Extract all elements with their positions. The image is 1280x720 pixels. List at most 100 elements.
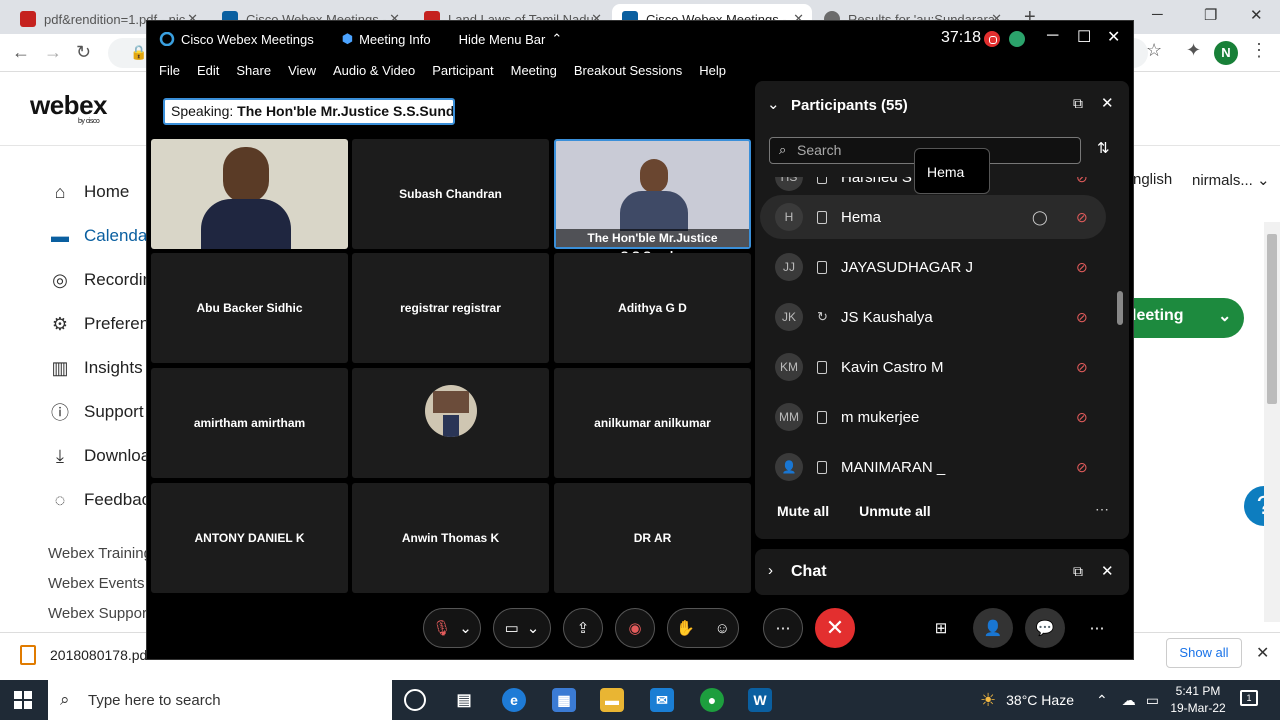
video-tile[interactable]: amirtham amirtham <box>151 368 348 478</box>
mute-button[interactable]: 🎙 ⌄ <box>423 608 481 648</box>
menu-meeting[interactable]: Meeting <box>511 63 557 78</box>
language-selector[interactable]: nglish <box>1133 171 1172 188</box>
participant-row[interactable]: 👤 MANIMARAN _ ⊘ <box>760 445 1106 487</box>
edge-icon[interactable]: e <box>502 688 526 712</box>
video-tile[interactable] <box>352 368 549 478</box>
share-button[interactable]: ⇪ <box>563 608 603 648</box>
chevron-up-icon[interactable]: ⌃ <box>1096 692 1108 709</box>
raise-hand-icon[interactable]: ✋ <box>676 619 695 637</box>
mic-muted-icon[interactable]: ⊘ <box>1076 459 1088 476</box>
video-tile[interactable]: DR AR <box>554 483 751 593</box>
close-icon[interactable]: ✕ <box>1256 643 1269 663</box>
more-icon[interactable]: ⋯ <box>1095 501 1109 518</box>
link-webex-support[interactable]: Webex Support <box>48 605 151 622</box>
leave-meeting-button[interactable]: ✕ <box>815 608 855 648</box>
sidebar-item-insights[interactable]: ▥ Insights <box>48 356 142 380</box>
mute-all-button[interactable]: Mute all <box>777 503 829 519</box>
hide-menu-bar-button[interactable]: Hide Menu Bar ⌃ <box>459 31 563 47</box>
mic-muted-icon[interactable]: ⊘ <box>1076 409 1088 426</box>
popout-icon[interactable]: ⧉ <box>1073 563 1083 580</box>
video-tile-active-speaker[interactable]: The Hon'ble Mr.Justice S.S.Sundar <box>554 139 751 263</box>
network-health-icon[interactable] <box>1009 31 1025 47</box>
reload-icon[interactable]: ↻ <box>76 42 91 63</box>
chevron-down-icon[interactable]: ⌄ <box>767 95 780 113</box>
video-tile[interactable]: registrar registrar <box>352 253 549 363</box>
scrollbar-thumb[interactable] <box>1117 291 1123 325</box>
chat-button[interactable]: 💬 <box>1025 608 1065 648</box>
apps-button[interactable]: ⊞ <box>921 608 961 648</box>
minimize-icon[interactable]: ─ <box>1047 27 1058 45</box>
taskbar-search-input[interactable]: ⌕ Type here to search <box>48 680 392 720</box>
notification-icon[interactable]: 1 <box>1240 690 1258 706</box>
video-tile[interactable]: Subash Chandran <box>352 139 549 249</box>
menu-file[interactable]: File <box>159 63 180 78</box>
menu-help[interactable]: Help <box>699 63 726 78</box>
star-icon[interactable]: ☆ <box>1146 40 1162 61</box>
panel-more-button[interactable]: ⋯ <box>1077 608 1117 648</box>
mic-muted-icon[interactable]: ⊘ <box>1076 177 1088 186</box>
user-menu[interactable]: nirmals... ⌄ <box>1192 171 1270 189</box>
link-webex-events[interactable]: Webex Events <box>48 575 144 592</box>
reactions-icon[interactable]: ☺ <box>715 620 730 637</box>
restore-icon[interactable]: ❐ <box>1204 6 1217 24</box>
chevron-right-icon[interactable]: › <box>768 562 773 579</box>
chat-icon[interactable]: ◯ <box>1032 209 1048 226</box>
menu-share[interactable]: Share <box>236 63 271 78</box>
show-all-button[interactable]: Show all <box>1166 638 1242 668</box>
chrome-icon[interactable]: ● <box>700 688 724 712</box>
sidebar-item-feedback[interactable]: ◌ Feedback <box>48 488 159 512</box>
more-options-button[interactable]: ⋯ <box>763 608 803 648</box>
recording-indicator-icon[interactable] <box>984 31 1000 47</box>
windows-start-icon[interactable] <box>14 691 32 709</box>
cloud-icon[interactable]: ☁ <box>1122 692 1136 709</box>
maximize-icon[interactable]: ☐ <box>1077 27 1091 47</box>
menu-icon[interactable]: ⋮ <box>1250 40 1268 61</box>
close-icon[interactable]: ✕ <box>1101 94 1114 112</box>
record-button[interactable]: ◉ <box>615 608 655 648</box>
video-tile[interactable]: Adithya G D <box>554 253 751 363</box>
forward-icon[interactable]: → <box>44 42 62 63</box>
webex-logo[interactable]: webex by cisco <box>30 90 108 125</box>
participant-scrollbar[interactable] <box>1117 179 1123 489</box>
profile-avatar[interactable]: N <box>1214 41 1238 65</box>
link-webex-training[interactable]: Webex Training <box>48 545 152 562</box>
mic-muted-icon[interactable]: ⊘ <box>1076 309 1088 326</box>
close-icon[interactable]: ✕ <box>1101 562 1114 580</box>
sort-icon[interactable]: ⇅ <box>1097 139 1110 157</box>
close-window-icon[interactable]: ✕ <box>1250 6 1263 24</box>
taskbar-clock[interactable]: 5:41 PM 19-Mar-22 <box>1168 683 1228 717</box>
file-explorer-icon[interactable]: ▬ <box>600 688 624 712</box>
participant-row[interactable]: H Hema ◯ ⊘ <box>760 195 1106 239</box>
mic-muted-icon[interactable]: ⊘ <box>1076 259 1088 276</box>
sidebar-item-support[interactable]: ⓘ Support <box>48 400 144 424</box>
extensions-icon[interactable]: ✦ <box>1186 40 1201 61</box>
video-tile[interactable]: ANTONY DANIEL K <box>151 483 348 593</box>
mail-icon[interactable]: ✉ <box>650 688 674 712</box>
mic-muted-icon[interactable]: ⊘ <box>1076 359 1088 376</box>
sidebar-item-home[interactable]: ⌂ Home <box>48 180 130 204</box>
popout-icon[interactable]: ⧉ <box>1073 95 1083 112</box>
webex-taskbar-icon[interactable]: W <box>748 688 772 712</box>
participant-row[interactable]: JJ JAYASUDHAGAR J ⊘ <box>760 245 1106 289</box>
mic-muted-icon[interactable]: ⊘ <box>1076 209 1088 226</box>
battery-icon[interactable]: ▭ <box>1146 692 1159 709</box>
scrollbar-thumb[interactable] <box>1267 234 1277 404</box>
participants-button[interactable]: 👤 <box>973 608 1013 648</box>
minimize-icon[interactable]: ─ <box>1152 6 1163 23</box>
download-item[interactable]: 2018080178.pdf <box>20 645 151 665</box>
unmute-all-button[interactable]: Unmute all <box>859 503 931 519</box>
participant-row[interactable]: MM m mukerjee ⊘ <box>760 395 1106 439</box>
menu-view[interactable]: View <box>288 63 316 78</box>
back-icon[interactable]: ← <box>12 42 30 63</box>
menu-participant[interactable]: Participant <box>432 63 493 78</box>
participant-row[interactable]: JK ↻ JS Kaushalya ⊘ <box>760 295 1106 339</box>
video-tile[interactable]: Abu Backer Sidhic <box>151 253 348 363</box>
video-tile[interactable] <box>151 139 348 249</box>
cortana-icon[interactable] <box>404 689 426 711</box>
task-view-icon[interactable]: ▤ <box>452 688 476 712</box>
participant-row[interactable]: KM Kavin Castro M ⊘ <box>760 345 1106 389</box>
chat-title[interactable]: Chat <box>791 563 827 581</box>
menu-edit[interactable]: Edit <box>197 63 219 78</box>
meeting-info-button[interactable]: ⬢ Meeting Info <box>342 31 431 47</box>
close-window-icon[interactable]: ✕ <box>1107 27 1120 47</box>
